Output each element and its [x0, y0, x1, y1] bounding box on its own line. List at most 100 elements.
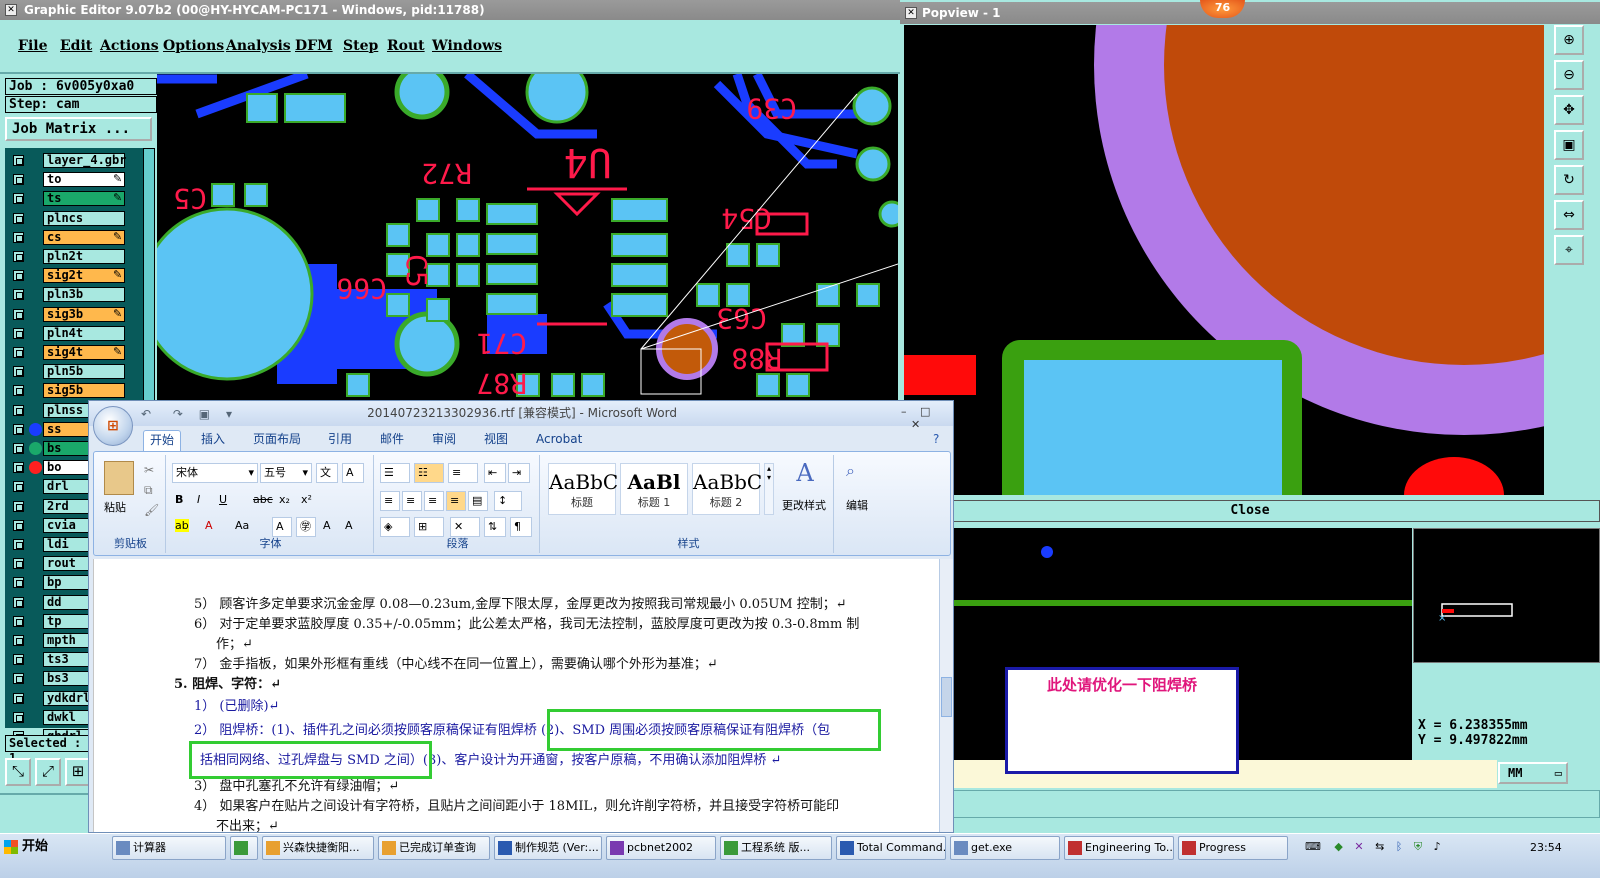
enclose-char-icon[interactable]: ㊫: [296, 517, 316, 537]
menu-actions[interactable]: Actions: [100, 38, 159, 54]
phonetic-guide-icon[interactable]: 文: [316, 463, 338, 483]
layer-checkbox[interactable]: [13, 539, 24, 550]
measure-icon[interactable]: ⇔: [1554, 200, 1584, 230]
layer-row[interactable]: sig2t ✎: [5, 267, 155, 284]
find-icon[interactable]: ⌕: [846, 461, 855, 481]
layer-checkbox[interactable]: [13, 558, 24, 570]
tab-page-layout[interactable]: 页面布局: [247, 430, 307, 451]
layer-row[interactable]: cs ✎: [5, 229, 155, 246]
layer-checkbox[interactable]: [13, 270, 24, 282]
align-center-icon[interactable]: ≡: [402, 491, 422, 511]
taskbar-task[interactable]: Total Command...: [836, 836, 946, 860]
layer-name[interactable]: pln5b: [43, 364, 125, 380]
menu-analysis[interactable]: Analysis: [226, 38, 291, 54]
edit-button[interactable]: 编辑: [846, 497, 868, 513]
taskbar-task[interactable]: Progress: [1178, 836, 1288, 860]
clock[interactable]: 23:54: [1530, 836, 1590, 860]
shield-icon[interactable]: ⛨: [1414, 840, 1422, 853]
popview-canvas[interactable]: [904, 25, 1544, 495]
bluetooth-icon[interactable]: ᛒ: [1396, 840, 1403, 853]
layer-checkbox[interactable]: [13, 443, 24, 454]
tray-x-icon[interactable]: ✕: [1354, 840, 1363, 853]
change-styles-button[interactable]: 更改样式: [776, 497, 832, 513]
taskbar-task[interactable]: [230, 836, 258, 860]
menu-windows[interactable]: Windows: [432, 38, 502, 54]
layer-name[interactable]: pln4t: [43, 325, 125, 341]
distribute-icon[interactable]: ▤: [468, 491, 488, 511]
layer-row[interactable]: sig3b ✎: [5, 306, 155, 323]
sort-icon[interactable]: ⇅: [484, 517, 506, 537]
layer-row[interactable]: sig4t ✎: [5, 344, 155, 361]
layer-checkbox[interactable]: [13, 654, 24, 666]
layer-checkbox[interactable]: [13, 174, 24, 186]
job-matrix-button[interactable]: Job Matrix ...: [5, 117, 152, 141]
layer-checkbox[interactable]: [13, 327, 24, 339]
change-styles-icon[interactable]: A: [780, 459, 830, 487]
chinese-layout-icon[interactable]: ✕: [450, 517, 480, 537]
undo-icon[interactable]: ↶: [141, 407, 151, 421]
char-shading-icon[interactable]: A: [272, 517, 292, 537]
menu-edit[interactable]: Edit: [60, 38, 92, 54]
paste-button[interactable]: 粘贴: [104, 499, 126, 515]
layer-checkbox[interactable]: [13, 366, 24, 378]
show-marks-icon[interactable]: ¶: [510, 517, 532, 537]
taskbar-task[interactable]: 工程系统 版...: [720, 836, 832, 860]
volume-icon[interactable]: ♪: [1434, 840, 1441, 853]
minimize-icon[interactable]: –: [901, 405, 907, 418]
help-icon[interactable]: ?: [927, 430, 945, 451]
taskbar-task[interactable]: 兴森快捷衡阳...: [262, 836, 374, 860]
menu-rout[interactable]: Rout: [387, 38, 425, 54]
layer-checkbox[interactable]: [13, 635, 24, 646]
menu-dfm[interactable]: DFM: [295, 38, 333, 54]
layer-checkbox[interactable]: [13, 404, 24, 416]
customize-icon[interactable]: ▾: [226, 407, 232, 421]
fit-icon[interactable]: ▣: [1554, 130, 1584, 160]
align-right-icon[interactable]: ≡: [424, 491, 444, 511]
taskbar-task[interactable]: pcbnet2002: [606, 836, 716, 860]
highlight-icon[interactable]: ab: [172, 517, 198, 537]
tab-references[interactable]: 引用: [322, 430, 358, 451]
menu-options[interactable]: Options: [163, 38, 224, 54]
redo-icon[interactable]: ↷: [173, 407, 183, 421]
layer-checkbox[interactable]: [13, 462, 24, 474]
numbering-icon[interactable]: ☷: [414, 463, 444, 483]
layer-row[interactable]: ts ✎: [5, 190, 155, 207]
taskbar-task[interactable]: 制作规范 (Ver:...: [494, 836, 602, 860]
layer-name[interactable]: pln3b: [43, 287, 125, 303]
layer-name[interactable]: sig5b: [43, 383, 125, 399]
layer-checkbox[interactable]: [13, 347, 24, 358]
taskbar-task[interactable]: get.exe: [950, 836, 1060, 860]
grow-font-icon[interactable]: A: [320, 517, 340, 537]
layer-checkbox[interactable]: [13, 596, 24, 608]
tab-view[interactable]: 视图: [478, 430, 514, 451]
save-icon[interactable]: ▣: [199, 407, 210, 421]
select-tool-icon[interactable]: ⤡: [5, 758, 31, 786]
layer-row[interactable]: sig5b: [5, 382, 155, 399]
superscript-icon[interactable]: x²: [298, 491, 320, 511]
maximize-icon[interactable]: □: [920, 405, 930, 418]
menu-file[interactable]: File: [18, 38, 47, 54]
overview-map[interactable]: ×: [1413, 528, 1600, 663]
align-left-icon[interactable]: ≡: [380, 491, 400, 511]
tray-app-icon[interactable]: ◆: [1334, 840, 1342, 853]
style-heading-1[interactable]: AaBl 标题 1: [620, 463, 688, 515]
layer-checkbox[interactable]: [13, 615, 24, 627]
tab-acrobat[interactable]: Acrobat: [530, 430, 588, 451]
increase-indent-icon[interactable]: ⇥: [508, 463, 530, 483]
layer-checkbox[interactable]: [13, 308, 24, 320]
decrease-indent-icon[interactable]: ⇤: [484, 463, 506, 483]
layer-checkbox[interactable]: [13, 423, 24, 435]
redraw-icon[interactable]: ↻: [1554, 165, 1584, 195]
tab-review[interactable]: 审阅: [426, 430, 462, 451]
layer-checkbox[interactable]: [13, 500, 24, 512]
underline-icon[interactable]: U: [216, 491, 236, 511]
multilevel-list-icon[interactable]: ≡: [448, 463, 478, 483]
tab-home[interactable]: 开始: [143, 430, 182, 451]
subscript-icon[interactable]: x₂: [276, 491, 298, 511]
bold-icon[interactable]: B: [172, 491, 192, 511]
layer-row[interactable]: pln5b: [5, 363, 155, 380]
close-button[interactable]: Close: [900, 500, 1600, 522]
layer-row[interactable]: pln2t: [5, 248, 155, 265]
justify-icon[interactable]: ≡: [446, 491, 466, 511]
strikethrough-icon[interactable]: abc: [250, 491, 274, 511]
